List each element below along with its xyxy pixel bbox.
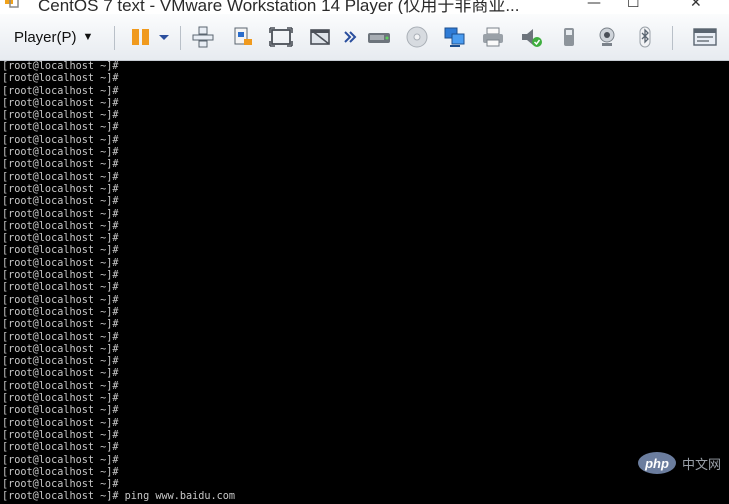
terminal-line: [root@localhost ~]# (2, 233, 119, 245)
terminal-line: [root@localhost ~]# (2, 159, 119, 171)
terminal-line: [root@localhost ~]# (2, 331, 119, 343)
terminal-line: [root@localhost ~]# (2, 282, 119, 294)
terminal-line: [root@localhost ~]# (2, 368, 119, 380)
pause-dropdown-icon[interactable] (156, 25, 172, 49)
vmware-app-icon (5, 0, 19, 8)
camera-icon[interactable] (594, 25, 620, 49)
toolbar-separator (180, 26, 181, 50)
terminal-line: [root@localhost ~]# (2, 97, 119, 109)
terminal-line: [root@localhost ~]# (2, 85, 119, 97)
terminal-line: [root@localhost ~]# (2, 380, 119, 392)
watermark-site-text: 中文网 (681, 456, 721, 472)
minimize-button[interactable]: — (587, 0, 601, 11)
terminal-line: [root@localhost ~]# (2, 343, 119, 355)
terminal-line: [root@localhost ~]# (2, 356, 119, 368)
vm-console-terminal[interactable]: [root@localhost ~]# [root@localhost ~]# [r… (0, 61, 729, 504)
sound-icon[interactable] (518, 25, 544, 49)
terminal-line: [root@localhost ~]# (2, 220, 119, 232)
terminal-line: [root@localhost ~]# (2, 405, 119, 417)
usb-icon[interactable] (556, 25, 582, 49)
terminal-line: [root@localhost ~]# (2, 183, 119, 195)
terminal-line: [root@localhost ~]# (2, 306, 119, 318)
terminal-line: [root@localhost ~]# (2, 417, 119, 429)
terminal-line: [root@localhost ~]# (2, 208, 119, 220)
terminal-line: [root@localhost ~]# (2, 171, 119, 183)
php-logo: php (637, 452, 676, 474)
bluetooth-icon[interactable] (632, 25, 658, 49)
more-icon[interactable] (342, 25, 358, 49)
terminal-line: [root@localhost ~]# (2, 466, 119, 478)
message-log-icon[interactable] (692, 25, 718, 49)
site-watermark: php 中文网 (637, 452, 721, 474)
terminal-line: [root@localhost ~]# (2, 134, 119, 146)
terminal-line: [root@localhost ~]# (2, 73, 119, 85)
terminal-output: [root@localhost ~]# [root@localhost ~]# [r… (0, 61, 729, 504)
terminal-line: [root@localhost ~]# (2, 393, 119, 405)
removable-device-icon[interactable] (230, 25, 256, 49)
terminal-line: [root@localhost ~]# (2, 196, 119, 208)
terminal-line: [root@localhost ~]# (2, 110, 119, 122)
terminal-line: [root@localhost ~]# (2, 147, 119, 159)
window-title-bar[interactable]: CentOS 7 text - VMware Workstation 14 Pl… (0, 0, 729, 14)
full-screen-icon[interactable] (268, 25, 294, 49)
terminal-line: [root@localhost ~]# (2, 122, 119, 134)
terminal-line: [root@localhost ~]# (2, 245, 119, 257)
send-ctrl-alt-del-icon[interactable] (190, 25, 216, 49)
terminal-line: [root@localhost ~]# (2, 270, 119, 282)
toolbar-separator (114, 26, 115, 50)
network-icon[interactable] (442, 25, 468, 49)
terminal-line: [root@localhost ~]# (2, 294, 119, 306)
unity-icon[interactable] (308, 25, 334, 49)
close-button[interactable]: ✕ (690, 0, 704, 11)
toolbar-separator (672, 26, 673, 50)
printer-icon[interactable] (480, 25, 506, 49)
player-menu-button[interactable]: Player(P) ▼ (6, 24, 101, 50)
hard-disk-icon[interactable] (366, 25, 392, 49)
chevron-down-icon: ▼ (82, 31, 94, 43)
terminal-line: [root@localhost ~]# (2, 61, 119, 72)
terminal-line: [root@localhost ~]# ping www.baidu.com (2, 491, 236, 503)
player-menu-label: Player(P) (14, 28, 77, 46)
terminal-line: [root@localhost ~]# (2, 454, 119, 466)
terminal-line: [root@localhost ~]# (2, 319, 119, 331)
terminal-line: [root@localhost ~]# (2, 479, 119, 491)
pause-icon[interactable] (128, 25, 154, 49)
window-title: CentOS 7 text - VMware Workstation 14 Pl… (38, 0, 520, 14)
vm-toolbar: Player(P) ▼ (0, 14, 729, 61)
terminal-line: [root@localhost ~]# (2, 429, 119, 441)
terminal-line: [root@localhost ~]# (2, 442, 119, 454)
cd-dvd-icon[interactable] (404, 25, 430, 49)
terminal-line: [root@localhost ~]# (2, 257, 119, 269)
maximize-button[interactable]: ☐ (627, 0, 641, 11)
